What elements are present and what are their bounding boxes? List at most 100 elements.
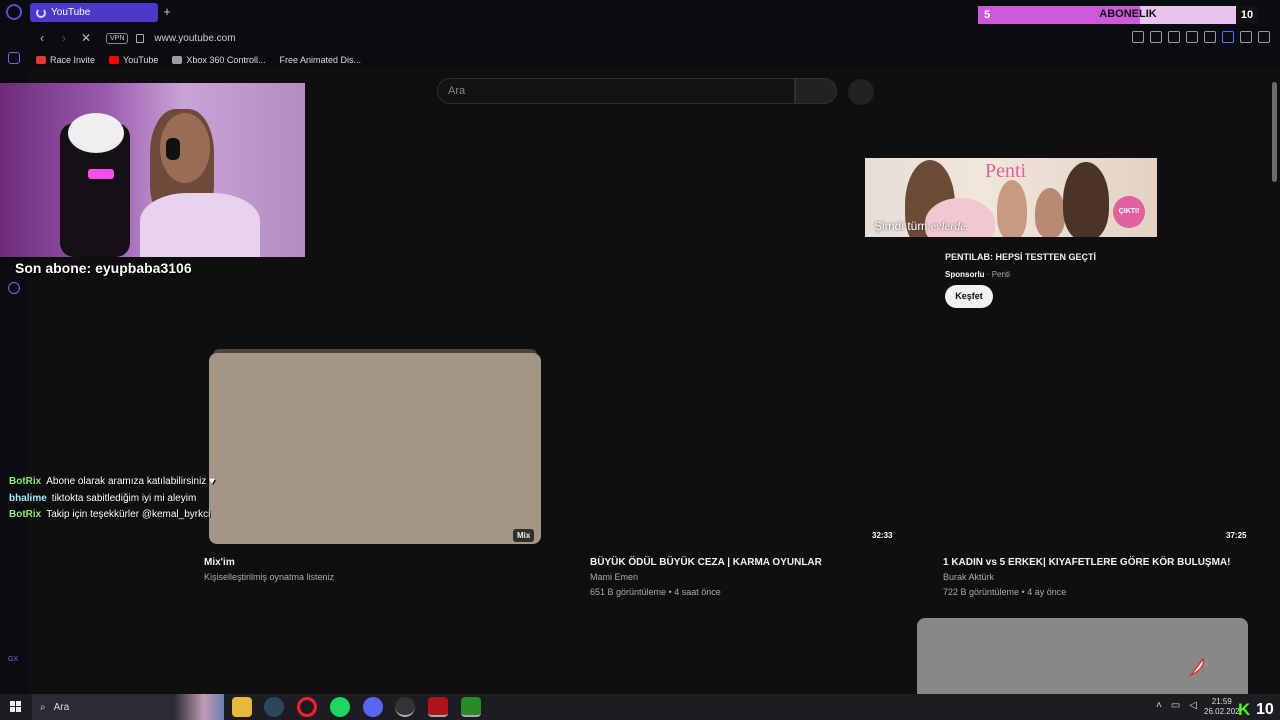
chat-username: BotRix [9, 509, 42, 520]
volume-icon[interactable]: ◁ [1189, 700, 1197, 711]
pin-icon[interactable] [1132, 31, 1144, 43]
browser-tab-strip: YouTube + 5 ABONELIK 10 [0, 0, 1280, 25]
video-channel[interactable]: Kişiselleştirilmiş oynatma listeniz [204, 572, 334, 582]
mix-badge: Mix [513, 529, 535, 542]
video-thumbnail-mix[interactable] [209, 353, 541, 544]
chevron-up-icon[interactable]: ˄ [1156, 700, 1162, 711]
bookmark-label: Free Animated Dis... [279, 55, 361, 65]
ad-model [1035, 188, 1065, 237]
video-channel[interactable]: Mami Emen [590, 572, 638, 582]
messenger-icon[interactable] [8, 52, 20, 64]
system-tray: ˄ ▭ ◁ [1156, 700, 1197, 711]
bookmarks-bar: Race Invite YouTube Xbox 360 Controll...… [28, 51, 1280, 69]
stop-loading-icon[interactable]: ✕ [78, 30, 94, 46]
bookmark-animated[interactable]: Free Animated Dis... [279, 55, 361, 65]
file-explorer-icon[interactable] [232, 697, 252, 717]
video-stats: 651 B görüntüleme • 4 saat önce [590, 587, 721, 597]
snapshot-icon[interactable] [1150, 31, 1162, 43]
bookmark-youtube[interactable]: YouTube [109, 55, 158, 65]
tab-title: YouTube [51, 7, 91, 18]
webcam-overlay [0, 83, 305, 257]
menu-icon[interactable] [1258, 31, 1270, 43]
ad-advertiser[interactable]: Penti [992, 270, 1010, 279]
video-title[interactable]: Mix'im [204, 557, 235, 568]
ad-sponsored-label: Sponsorlu [945, 270, 985, 279]
video-stats: 722 B görüntüleme • 4 ay önce [943, 587, 1067, 597]
spotify-icon[interactable] [330, 697, 350, 717]
clock-date: 26.02.202 [1204, 707, 1240, 716]
kick-follower-count: 10 [1256, 701, 1274, 718]
ad-brand-logo: Penti [985, 160, 1027, 182]
loading-spinner-icon [36, 7, 46, 18]
lock-icon[interactable] [136, 33, 145, 43]
video-thumbnail[interactable] [917, 618, 1248, 694]
back-icon[interactable]: ‹ [34, 30, 50, 46]
headset-icon [166, 138, 180, 160]
ad-badge: ÇIKTI! [1113, 196, 1145, 228]
ad-title[interactable]: PENTILAB: HEPSİ TESTTEN GEÇTİ [945, 252, 1096, 262]
ad-tagline-prefix: Şimdi tüm [874, 219, 928, 233]
bookmark-label: Race Invite [50, 55, 96, 65]
bookmark-xbox-controller[interactable]: Xbox 360 Controll... [172, 55, 265, 65]
video-title[interactable]: BÜYÜK ÖDÜL BÜYÜK CEZA | KARMA OYUNLAR [590, 557, 822, 568]
last-subscriber-text: Son abone: eyupbaba3106 [15, 260, 192, 276]
game-app-green-icon[interactable] [461, 697, 481, 717]
opera-gx-icon[interactable] [297, 697, 317, 717]
voice-search-button[interactable] [848, 79, 874, 105]
duration-badge: 37:25 [1226, 531, 1247, 540]
youtube-search-button[interactable] [795, 78, 837, 104]
webcam-light [88, 169, 114, 179]
subscription-goal-target: 10 [1236, 6, 1258, 24]
windows-taskbar: ⌕ Ara ˄ ▭ ◁ 21:59 26.02.202 [0, 694, 1280, 720]
video-channel[interactable]: Burak Aktürk [943, 572, 994, 582]
chat-text: Takip için teşekkürler @kemal_byrkci [46, 509, 211, 520]
chat-text: tiktokta sabitlediğim iyi mi aleyim [51, 492, 197, 504]
ad-cta-button[interactable]: Keşfet [945, 285, 993, 308]
system-clock[interactable]: 21:59 26.02.202 [1204, 697, 1240, 717]
bookmark-label: YouTube [123, 55, 159, 65]
settings-icon[interactable] [8, 282, 20, 294]
obs-icon[interactable] [395, 697, 415, 717]
ad-image[interactable]: Penti Şimdi tüm evlerde. ÇIKTI! [865, 158, 1157, 237]
heart-icon[interactable] [1204, 31, 1216, 43]
extension-icon[interactable] [1222, 31, 1234, 43]
ad-model [1063, 162, 1109, 237]
subscription-goal-widget: 5 ABONELIK 10 [978, 6, 1258, 24]
feather-icon [1188, 657, 1205, 677]
steam-icon[interactable] [264, 697, 284, 717]
tab-youtube[interactable]: YouTube [30, 3, 158, 22]
race-invite-icon [36, 56, 46, 64]
stream-chat-overlay: BotRix Abone olarak aramıza katılabilirsi… [9, 474, 215, 524]
page-scrollbar[interactable] [1270, 76, 1280, 694]
extension-toolbar [1132, 31, 1270, 43]
subscription-goal-label: ABONELIK [1099, 8, 1157, 20]
forward-icon[interactable]: › [56, 30, 72, 46]
monitor-icon[interactable]: ▭ [1171, 700, 1180, 711]
play-icon[interactable] [1186, 31, 1198, 43]
new-tab-button[interactable]: + [160, 4, 174, 20]
download-icon[interactable] [1240, 31, 1252, 43]
discord-icon[interactable] [363, 697, 383, 717]
chat-message: BotRix Abone olarak aramıza katılabilirsi… [9, 474, 215, 491]
taskbar-search-input[interactable]: ⌕ Ara [32, 694, 224, 720]
kick-logo: K [1238, 700, 1251, 719]
bookmark-label: Xbox 360 Controll... [186, 55, 266, 65]
clock-time: 21:59 [1211, 697, 1232, 706]
gx-icon[interactable]: GX [8, 656, 20, 668]
duration-badge: 32:33 [872, 531, 893, 540]
url-field[interactable]: www.youtube.com [154, 33, 235, 44]
ad-tagline-italic: evlerde. [930, 219, 969, 233]
bookmark-race-invite[interactable]: Race Invite [36, 55, 95, 65]
video-title[interactable]: 1 KADIN vs 5 ERKEK| KIYAFETLERE GÖRE KÖR… [943, 557, 1230, 568]
search-icon: ⌕ [40, 701, 46, 713]
youtube-search-input[interactable]: Ara [437, 78, 795, 104]
search-highlight-art [174, 694, 224, 720]
scrollbar-thumb[interactable] [1272, 82, 1277, 182]
game-app-icon[interactable] [428, 697, 448, 717]
opera-logo-icon[interactable] [6, 4, 22, 20]
windows-start-icon[interactable] [10, 701, 22, 713]
ad-separator: · [986, 270, 990, 279]
chat-text: Abone olarak aramıza katılabilirsiniz ♥ [46, 476, 216, 487]
vpn-badge[interactable]: VPN [106, 32, 129, 44]
shield-icon[interactable] [1168, 31, 1180, 43]
